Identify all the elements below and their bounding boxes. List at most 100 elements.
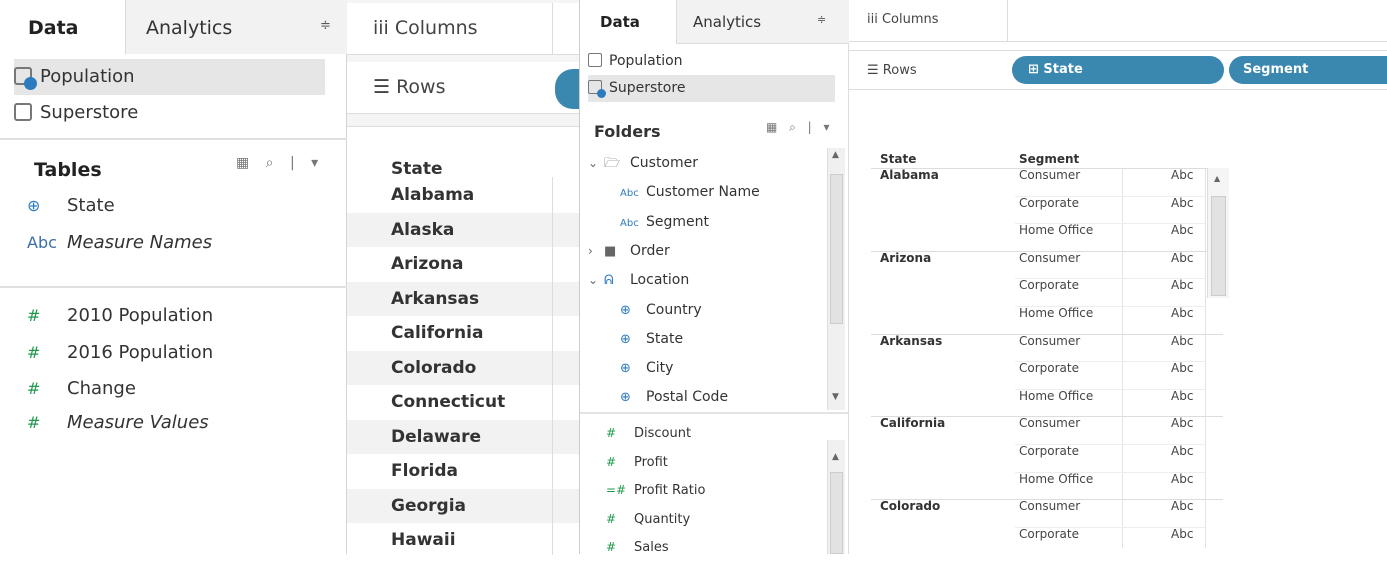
abc-cell[interactable]: Abc bbox=[1171, 410, 1193, 437]
rows-shelf[interactable]: ☰ Rows bbox=[347, 62, 579, 114]
abc-cell[interactable]: Abc bbox=[1171, 245, 1193, 272]
pane-tools[interactable]: ▦ ⌕ | ▾ bbox=[236, 155, 324, 171]
divider bbox=[552, 3, 553, 55]
field-state[interactable]: ⊕ State bbox=[27, 190, 115, 222]
segment-cell[interactable]: Consumer bbox=[1019, 245, 1080, 272]
field-2016-population[interactable]: #2016 Population bbox=[27, 337, 213, 369]
segment-cell[interactable]: Home Office bbox=[1019, 383, 1093, 410]
measure-item[interactable]: =# Profit Ratio bbox=[606, 476, 705, 505]
tab-analytics[interactable]: Analytics ≑ bbox=[677, 0, 850, 44]
scroll-down-icon[interactable]: ▼ bbox=[832, 392, 839, 402]
scroll-up-icon[interactable]: ▲ bbox=[1214, 174, 1220, 183]
tree-item[interactable]: › ■ Order bbox=[588, 237, 670, 266]
measure-item[interactable]: # Discount bbox=[606, 419, 691, 448]
chevron-down-icon[interactable]: ⌄ bbox=[588, 149, 604, 178]
datasource-population[interactable]: Population bbox=[588, 48, 835, 75]
state-row[interactable]: Delaware bbox=[347, 419, 579, 454]
segment-cell[interactable]: Consumer bbox=[1019, 328, 1080, 355]
field-change[interactable]: # Change bbox=[27, 373, 136, 405]
sort-arrows-icon[interactable]: ≑ bbox=[320, 18, 331, 33]
state-cell[interactable]: California bbox=[880, 410, 945, 437]
measure-item[interactable]: # Quantity bbox=[606, 505, 690, 534]
state-row[interactable]: Georgia bbox=[347, 488, 579, 523]
tab-data[interactable]: Data bbox=[0, 0, 126, 54]
globe-icon: ⊕ bbox=[620, 390, 631, 406]
state-row[interactable]: Alabama bbox=[347, 178, 579, 213]
measure-label: Discount bbox=[634, 426, 692, 441]
state-cell[interactable]: Alabama bbox=[880, 162, 939, 189]
state-cell[interactable]: Colorado bbox=[880, 493, 940, 520]
state-row[interactable]: Connecticut bbox=[347, 385, 579, 420]
pane-tools[interactable]: ▦ ⌕ | ▾ bbox=[766, 120, 834, 135]
segment-cell[interactable]: Corporate bbox=[1019, 272, 1079, 299]
abc-cell[interactable]: Abc bbox=[1171, 493, 1193, 520]
tree-item[interactable]: ⊕ Country bbox=[620, 296, 702, 325]
measure-item[interactable]: # Sales bbox=[606, 533, 669, 562]
scroll-thumb[interactable] bbox=[830, 472, 843, 554]
state-row[interactable]: Florida bbox=[347, 454, 579, 489]
state-row[interactable]: California bbox=[347, 316, 579, 351]
state-row[interactable]: Arizona bbox=[347, 247, 579, 282]
segment-cell[interactable]: Consumer bbox=[1019, 410, 1080, 437]
abc-cell[interactable]: Abc bbox=[1171, 217, 1193, 244]
measure-icon: # bbox=[27, 343, 41, 362]
abc-cell[interactable]: Abc bbox=[1171, 272, 1193, 299]
chevron-down-icon[interactable]: ⌄ bbox=[588, 266, 604, 295]
scroll-thumb[interactable] bbox=[1211, 196, 1226, 296]
segment-cell[interactable]: Consumer bbox=[1019, 162, 1080, 189]
segment-cell[interactable]: Corporate bbox=[1019, 355, 1079, 382]
state-cell[interactable]: Arkansas bbox=[880, 328, 942, 355]
tab-data[interactable]: Data bbox=[580, 0, 677, 44]
tree-item[interactable]: ⊕ Postal Code bbox=[620, 383, 728, 412]
datasource-icon bbox=[14, 103, 32, 121]
tab-analytics[interactable]: Analytics ≑ bbox=[126, 0, 347, 54]
chevron-right-icon[interactable]: › bbox=[588, 237, 604, 266]
segment-cell[interactable]: Consumer bbox=[1019, 493, 1080, 520]
tree-item-label: Segment bbox=[646, 213, 709, 230]
columns-shelf[interactable]: iii Columns bbox=[347, 3, 579, 55]
state-row[interactable]: Alaska bbox=[347, 212, 579, 247]
segment-cell[interactable]: Corporate bbox=[1019, 521, 1079, 548]
state-row[interactable]: Hawaii bbox=[347, 523, 579, 558]
abc-cell[interactable]: Abc bbox=[1171, 328, 1193, 355]
tree-scrollbar[interactable]: ▲ ▼ bbox=[827, 148, 845, 410]
scroll-thumb[interactable] bbox=[830, 174, 843, 324]
state-cell[interactable]: Arizona bbox=[880, 245, 931, 272]
scroll-up-icon[interactable]: ▲ bbox=[832, 150, 839, 160]
tree-item[interactable]: ⊕ State bbox=[620, 325, 683, 354]
datasource-superstore[interactable]: Superstore bbox=[588, 75, 835, 102]
measure-item[interactable]: # Profit bbox=[606, 448, 668, 477]
abc-cell[interactable]: Abc bbox=[1171, 190, 1193, 217]
abc-cell[interactable]: Abc bbox=[1171, 383, 1193, 410]
field-measure-names[interactable]: Abc Measure Names bbox=[27, 227, 212, 259]
view-scrollbar[interactable]: ▲ bbox=[1207, 168, 1229, 298]
tree-item[interactable]: ⌄ ᕱ Location bbox=[588, 266, 689, 295]
segment-cell[interactable]: Corporate bbox=[1019, 190, 1079, 217]
state-row[interactable]: Arkansas bbox=[347, 281, 579, 316]
segment-cell[interactable]: Home Office bbox=[1019, 217, 1093, 244]
state-pill[interactable]: ⊞ State bbox=[1012, 56, 1224, 84]
abc-cell[interactable]: Abc bbox=[1171, 162, 1193, 189]
tree-item[interactable]: ⌄ 🗁 Customer bbox=[588, 149, 698, 178]
segment-cell[interactable]: Home Office bbox=[1019, 466, 1093, 493]
tree-item[interactable]: ⊕ City bbox=[620, 354, 673, 383]
datasource-superstore[interactable]: Superstore bbox=[14, 95, 325, 131]
abc-cell[interactable]: Abc bbox=[1171, 521, 1193, 548]
tree-item[interactable]: Abc Segment bbox=[620, 208, 709, 237]
abc-cell[interactable]: Abc bbox=[1171, 355, 1193, 382]
field-2010-population[interactable]: #2010 Population bbox=[27, 300, 213, 332]
segment-cell[interactable]: Corporate bbox=[1019, 438, 1079, 465]
abc-cell[interactable]: Abc bbox=[1171, 300, 1193, 327]
abc-cell[interactable]: Abc bbox=[1171, 466, 1193, 493]
columns-shelf[interactable]: iii Columns bbox=[849, 0, 1387, 42]
abc-cell[interactable]: Abc bbox=[1171, 438, 1193, 465]
scroll-up-icon[interactable]: ▲ bbox=[832, 452, 839, 462]
sort-arrows-icon[interactable]: ≑ bbox=[817, 13, 826, 26]
datasource-population[interactable]: Population bbox=[14, 59, 325, 95]
measures-scrollbar[interactable]: ▲ bbox=[827, 440, 845, 554]
segment-cell[interactable]: Home Office bbox=[1019, 300, 1093, 327]
segment-pill[interactable]: Segment bbox=[1229, 56, 1387, 84]
field-measure-values[interactable]: # Measure Values bbox=[27, 407, 209, 439]
state-row[interactable]: Colorado bbox=[347, 350, 579, 385]
tree-item[interactable]: Abc Customer Name bbox=[620, 178, 760, 207]
